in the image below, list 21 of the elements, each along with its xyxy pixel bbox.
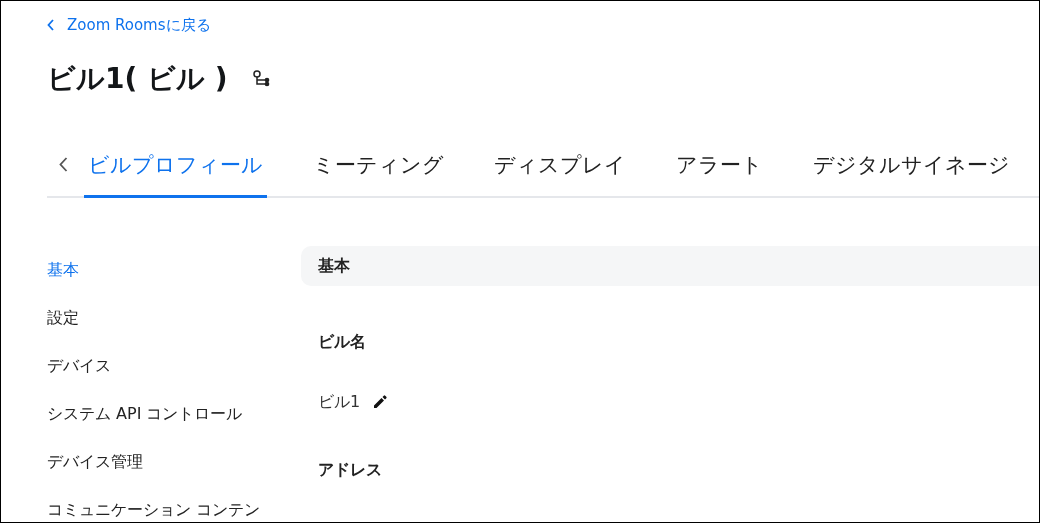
- field-value: ビル1: [318, 391, 361, 413]
- tab[interactable]: ミーティング: [309, 149, 448, 198]
- sidebar-item[interactable]: システム API コントロール: [47, 402, 283, 426]
- sidebar-item[interactable]: 基本: [47, 258, 283, 282]
- tab[interactable]: ディスプレイ: [490, 149, 630, 198]
- sidebar-item[interactable]: デバイス: [47, 354, 283, 378]
- field-label: ビル名: [318, 331, 367, 353]
- sidebar-item[interactable]: デバイス管理: [47, 450, 283, 474]
- tab[interactable]: ビルプロフィール: [84, 149, 267, 198]
- chevron-left-icon: [47, 19, 55, 31]
- section-header: 基本: [301, 246, 1039, 286]
- pencil-icon[interactable]: [372, 394, 389, 410]
- sidebar-item[interactable]: 設定: [47, 306, 283, 330]
- field-label: アドレス: [318, 459, 383, 481]
- page-title: ビル1( ビル ): [47, 61, 228, 97]
- hierarchy-icon[interactable]: [251, 69, 272, 89]
- tab[interactable]: アラート: [672, 149, 767, 198]
- chevron-left-icon[interactable]: [59, 157, 68, 172]
- sidebar-item[interactable]: コミュニケーション コンテン: [47, 498, 283, 522]
- tab[interactable]: デジタルサイネージ: [809, 149, 1014, 198]
- back-link[interactable]: Zoom Roomsに戻る: [47, 13, 211, 37]
